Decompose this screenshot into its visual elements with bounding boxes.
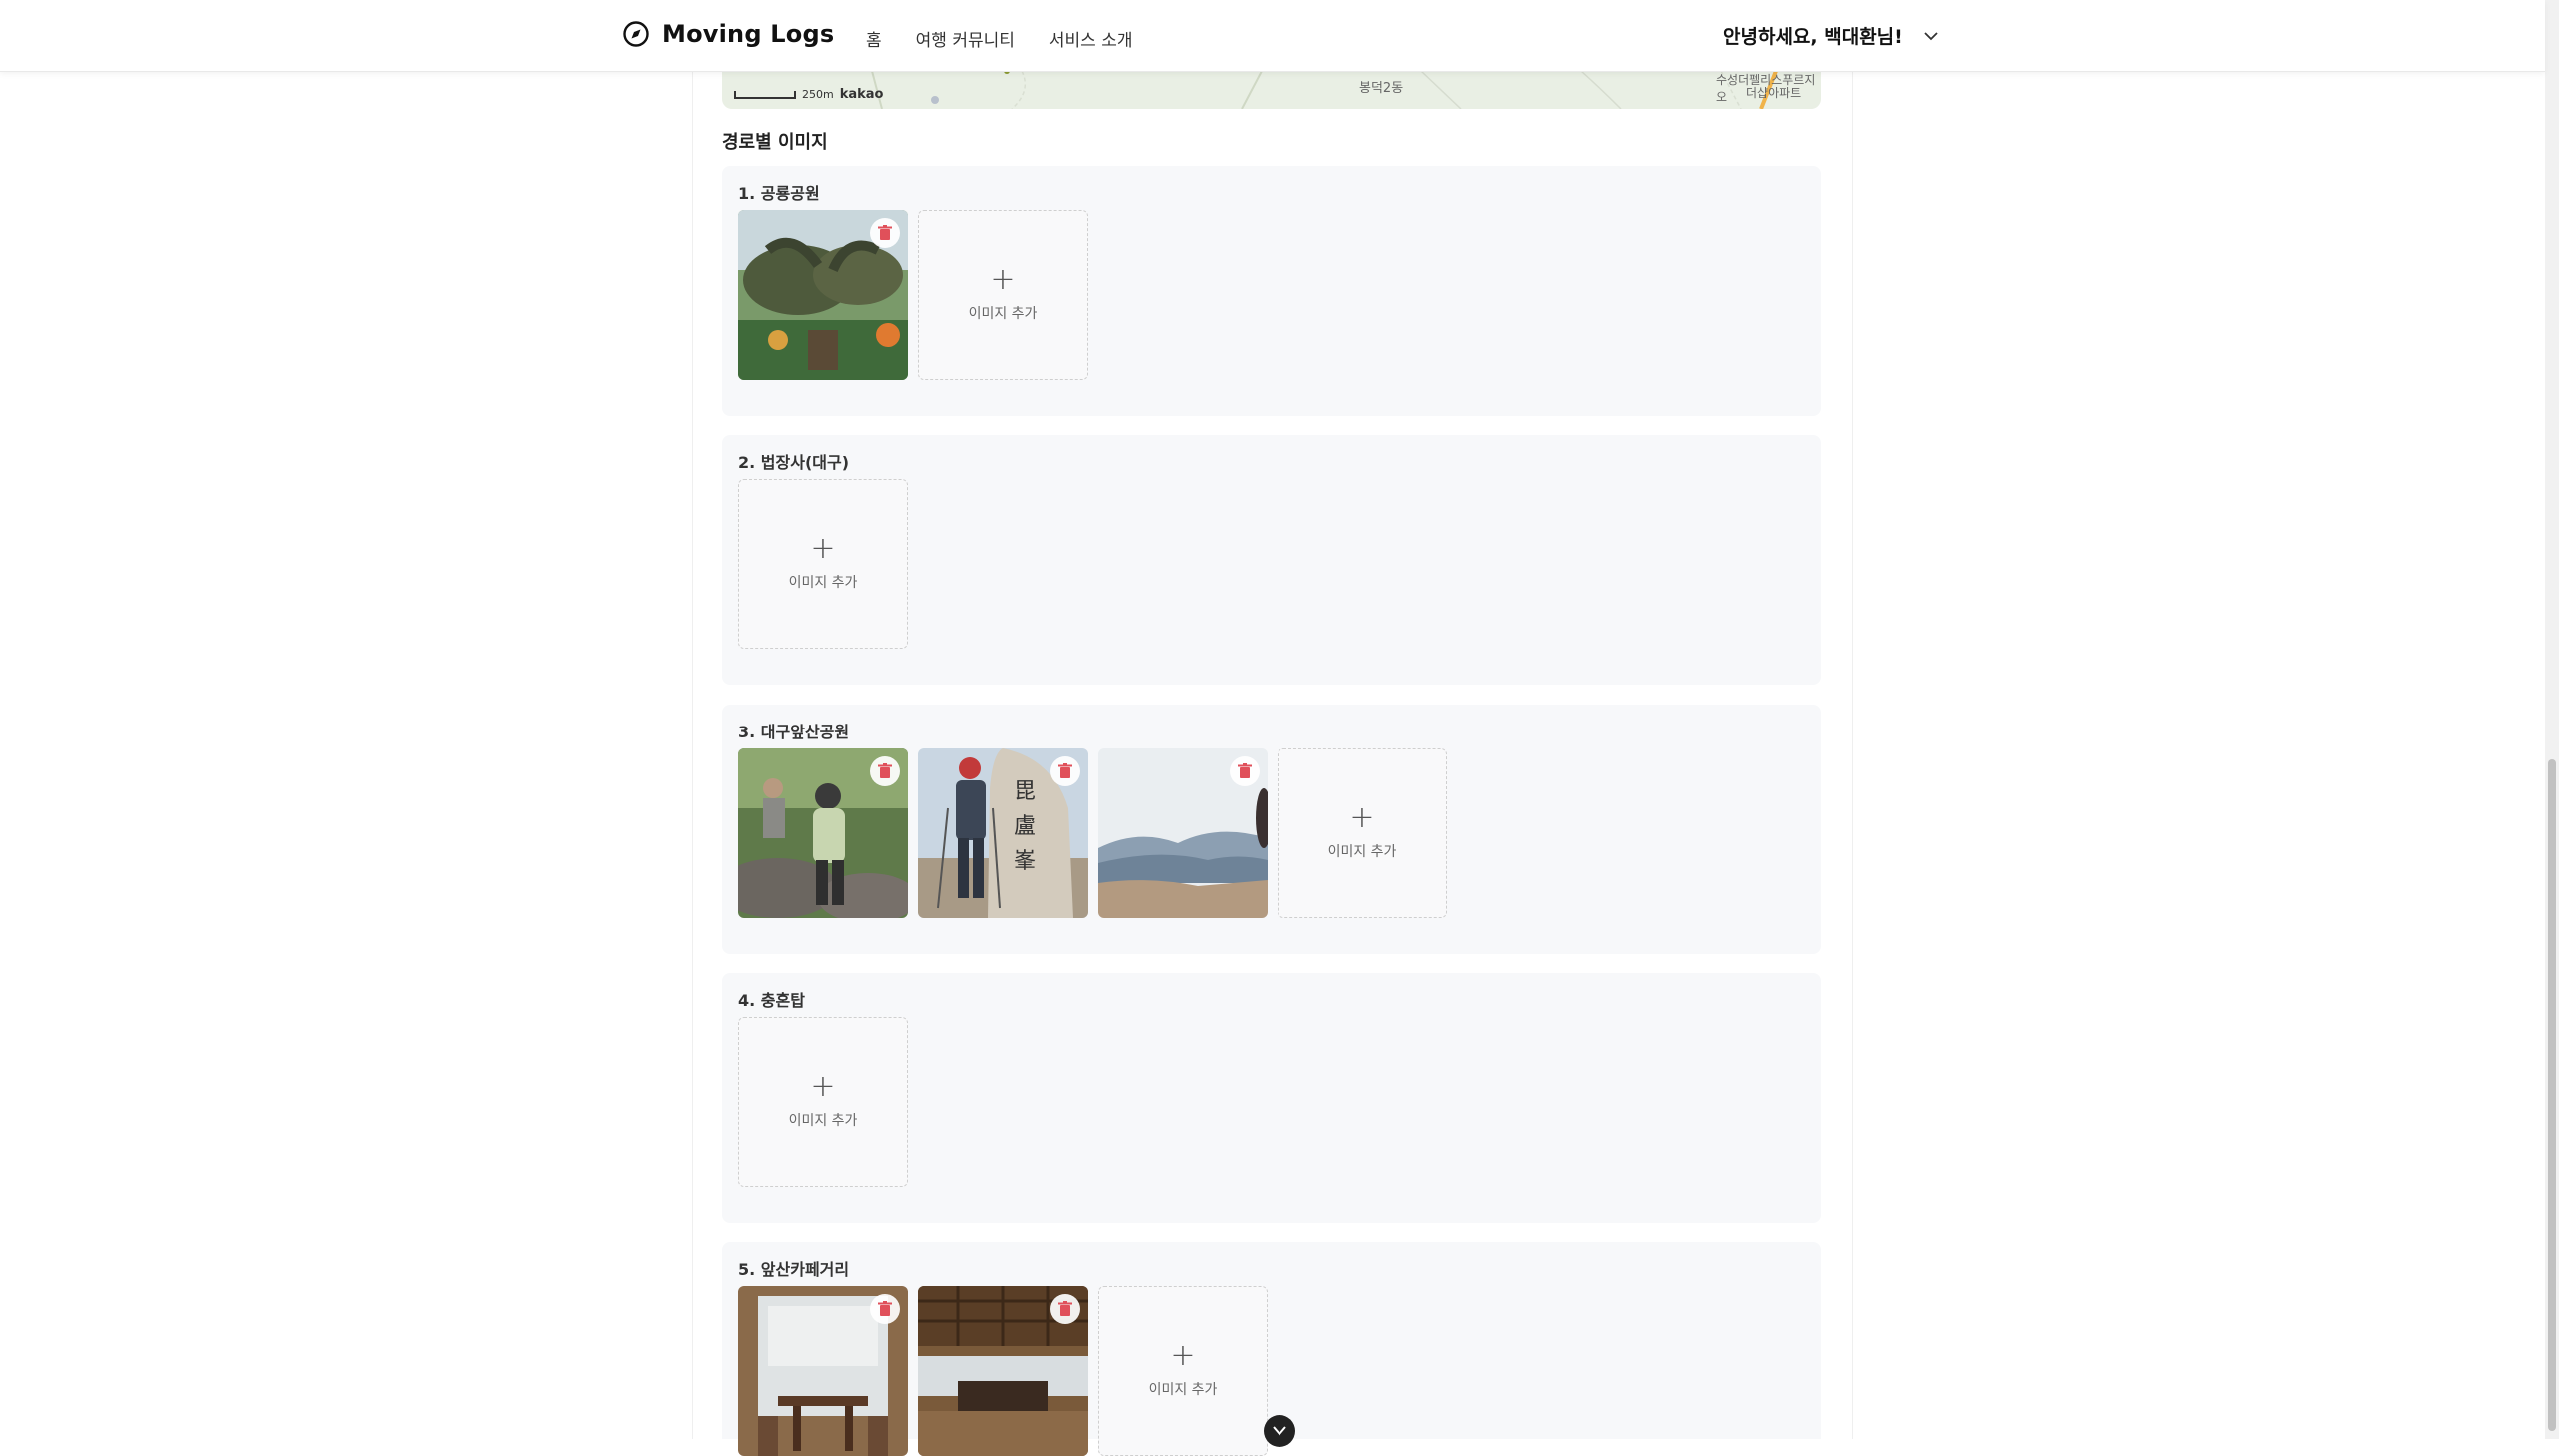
route-panel: 3. 대구앞산공원 毘 盧 峯 + 이미지 추가 (722, 705, 1821, 954)
brand-logo[interactable]: Moving Logs (622, 20, 834, 48)
image-list: + 이미지 추가 (738, 210, 1088, 380)
route-panel: 1. 공룡공원 + 이미지 추가 (722, 166, 1821, 416)
route-title: 5. 앞산카페거리 (738, 1260, 850, 1279)
add-image-label: 이미지 추가 (1148, 1382, 1218, 1398)
route-image[interactable] (918, 1286, 1088, 1456)
nav-about[interactable]: 서비스 소개 (1049, 26, 1133, 51)
add-image-button[interactable]: + 이미지 추가 (1278, 748, 1447, 918)
brand-name: Moving Logs (662, 20, 835, 48)
nav-home[interactable]: 홈 (866, 26, 882, 51)
route-image[interactable] (738, 1286, 908, 1456)
image-list: + 이미지 추가 (738, 1286, 1268, 1456)
add-image-label: 이미지 추가 (968, 306, 1038, 322)
add-image-button[interactable]: + 이미지 추가 (738, 479, 908, 649)
route-image[interactable]: 毘 盧 峯 (918, 748, 1088, 918)
scale-bar (734, 90, 796, 99)
svg-text:毘: 毘 (1014, 779, 1036, 804)
map-roads (871, 71, 1778, 109)
add-image-button[interactable]: + 이미지 추가 (918, 210, 1088, 380)
delete-image-button[interactable] (870, 1294, 900, 1324)
trash-icon (1058, 1301, 1072, 1316)
map-provider-logo: kakao (839, 87, 884, 102)
chevron-down-icon (1924, 31, 1938, 40)
add-image-label: 이미지 추가 (788, 1113, 858, 1129)
plus-icon: + (990, 262, 1016, 297)
image-list: + 이미지 추가 (738, 1017, 908, 1187)
plus-icon: + (810, 531, 836, 566)
trash-icon (1058, 763, 1072, 778)
plus-icon: + (810, 1069, 836, 1104)
delete-image-button[interactable] (870, 218, 900, 248)
add-image-button[interactable]: + 이미지 추가 (1098, 1286, 1268, 1456)
top-header: Moving Logs 홈 여행 커뮤니티 서비스 소개 안녕하세요, 백대환님… (0, 0, 2545, 72)
scroll-down-button[interactable] (1264, 1415, 1295, 1447)
trash-icon (878, 225, 892, 240)
route-panel: 2. 법장사(대구) + 이미지 추가 (722, 435, 1821, 685)
route-panel: 5. 앞산카페거리 + 이미지 추가 (722, 1242, 1821, 1456)
svg-text:峯: 峯 (1014, 849, 1036, 874)
route-image[interactable] (738, 748, 908, 918)
map-label-apartment-2: 더샵아파트 (1746, 86, 1802, 100)
trash-icon (1238, 763, 1252, 778)
route-title: 3. 대구앞산공원 (738, 723, 850, 741)
route-map[interactable]: 250m kakao 봉덕2동 수성더펠리스푸르지오 더샵아파트 (722, 71, 1821, 109)
image-list: + 이미지 추가 (738, 479, 908, 649)
section-title: 경로별 이미지 (722, 132, 828, 153)
route-panel: 4. 충혼탑 + 이미지 추가 (722, 973, 1821, 1223)
user-greeting: 안녕하세요, 백대환님! (1723, 26, 1903, 48)
add-image-button[interactable]: + 이미지 추가 (738, 1017, 908, 1187)
add-image-label: 이미지 추가 (1327, 844, 1397, 860)
map-scale: 250m kakao (734, 87, 884, 102)
route-image[interactable] (738, 210, 908, 380)
delete-image-button[interactable] (1050, 756, 1080, 786)
trash-icon (878, 763, 892, 778)
map-label-district: 봉덕2동 (1359, 81, 1404, 96)
delete-image-button[interactable] (1230, 756, 1260, 786)
svg-text:盧: 盧 (1014, 814, 1036, 839)
chevron-down-icon (1273, 1426, 1286, 1436)
route-image[interactable] (1098, 748, 1268, 918)
route-title: 1. 공룡공원 (738, 184, 820, 203)
nav-community[interactable]: 여행 커뮤니티 (916, 26, 1015, 51)
scrollbar-thumb[interactable] (2548, 759, 2556, 1431)
add-image-label: 이미지 추가 (788, 575, 858, 591)
page-scrollbar[interactable] (2545, 0, 2559, 1439)
plus-icon: + (1170, 1338, 1196, 1373)
delete-image-button[interactable] (1050, 1294, 1080, 1324)
trash-icon (878, 1301, 892, 1316)
delete-image-button[interactable] (870, 756, 900, 786)
compass-icon (623, 21, 649, 47)
route-title: 2. 법장사(대구) (738, 453, 850, 472)
route-title: 4. 충혼탑 (738, 991, 805, 1010)
main-nav: 홈 여행 커뮤니티 서비스 소개 (866, 26, 1133, 51)
user-menu[interactable]: 안녕하세요, 백대환님! (1723, 22, 1941, 49)
plus-icon: + (1349, 800, 1375, 835)
image-list: 毘 盧 峯 + 이미지 추가 (738, 748, 1447, 918)
scale-label: 250m (802, 88, 834, 101)
